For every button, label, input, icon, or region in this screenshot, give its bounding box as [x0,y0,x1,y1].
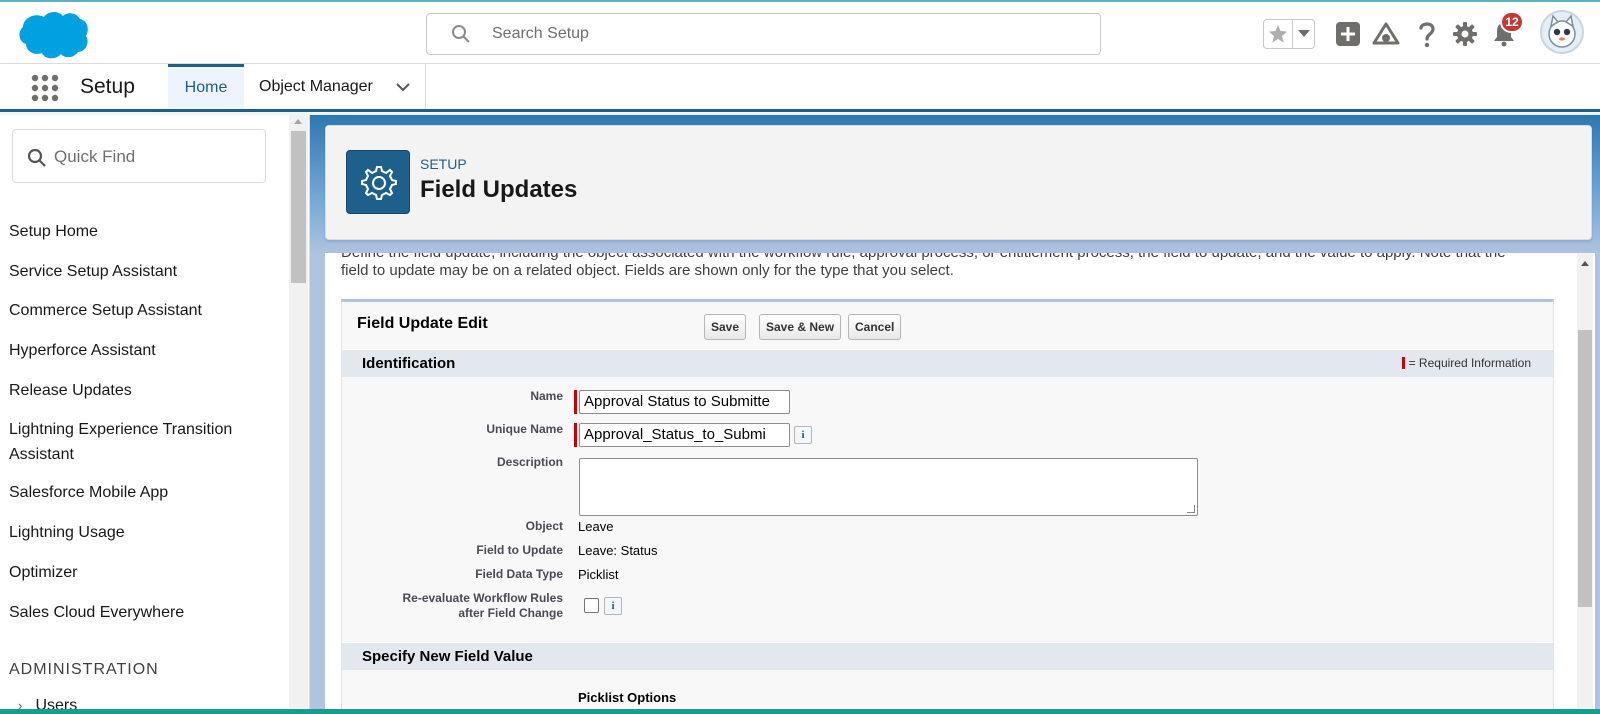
form-title: Field Update Edit [357,315,488,332]
reevaluate-info-button[interactable]: i [604,597,622,615]
star-icon [1269,25,1288,43]
app-name: Setup [80,75,135,98]
field-data-type-label: Field Data Type [475,567,563,581]
search-icon [27,148,46,167]
page-title: Field Updates [420,176,578,203]
new-field-value-title: Specify New Field Value [362,648,533,665]
sidebar-item-release-updates[interactable]: Release Updates [0,378,285,418]
required-marker [574,390,577,414]
field-update-edit-form: Field Update Edit Save Save & New Cancel… [341,299,1554,714]
sidebar-item-hyperforce-assistant[interactable]: Hyperforce Assistant [0,338,285,378]
sidebar-item-sales-cloud-everywhere[interactable]: Sales Cloud Everywhere [0,600,285,640]
page-eyebrow: SETUP [420,156,467,172]
info-icon: i [611,600,615,612]
required-marker [1401,357,1405,369]
sidebar-item-commerce-setup-assistant[interactable]: Commerce Setup Assistant [0,298,285,338]
global-header: Search Setup 12 [0,0,1600,64]
sidebar-item-salesforce-mobile-app[interactable]: Salesforce Mobile App [0,480,285,520]
name-field[interactable]: Approval Status to Submitte [579,390,790,414]
page-header: SETUP Field Updates [325,125,1592,240]
field-to-update-value: Leave: Status [578,543,658,558]
info-icon: i [801,429,805,441]
chevron-down-icon[interactable] [394,80,412,94]
sidebar-item-service-setup-assistant[interactable]: Service Setup Assistant [0,259,285,299]
save-button[interactable]: Save [704,314,747,340]
trailhead-icon [1372,22,1400,45]
search-icon [452,25,470,43]
reevaluate-workflow-checkbox[interactable] [584,598,599,613]
description-textarea[interactable] [579,458,1198,516]
page-content: Define the field update, including the o… [325,253,1595,714]
field-to-update-label: Field to Update [476,543,563,557]
avatar[interactable] [1540,10,1584,54]
help-icon [1419,22,1435,48]
help-button[interactable] [1413,20,1441,48]
sidebar-list: Setup Home Service Setup Assistant Comme… [0,219,285,639]
sidebar-item-optimizer[interactable]: Optimizer [0,560,285,600]
scroll-up-arrow-icon[interactable] [1581,261,1589,266]
sidebar-item-setup-home[interactable]: Setup Home [0,219,285,259]
trailhead-button[interactable] [1372,20,1400,48]
sidebar-item-lightning-usage[interactable]: Lightning Usage [0,520,285,560]
astro-avatar-icon [1548,14,1576,48]
resize-handle[interactable] [1187,505,1195,513]
search-placeholder: Search Setup [492,25,589,42]
content-scrollbar-thumb[interactable] [1578,330,1592,607]
sidebar-scrollbar[interactable] [289,115,308,714]
favorites-star-button[interactable] [1264,20,1294,48]
required-information-legend: = Required Information [1401,356,1531,370]
bottom-edge-strip [0,709,1600,714]
setup-gear-button[interactable] [1451,20,1479,48]
tab-home[interactable]: Home [168,64,244,109]
new-field-value-section-header: Specify New Field Value [342,642,1553,670]
identification-title: Identification [362,355,456,372]
description-label: Description [496,455,563,469]
reevaluate-label-line2: after Field Change [458,606,563,620]
unique-name-label: Unique Name [486,422,563,436]
global-actions-button[interactable] [1334,20,1362,48]
salesforce-logo[interactable] [14,9,88,61]
cancel-button[interactable]: Cancel [848,314,902,340]
scroll-up-arrow-icon[interactable] [294,119,302,124]
quick-find-placeholder: Quick Find [54,147,136,166]
unique-name-info-button[interactable]: i [794,426,812,444]
add-icon [1336,22,1360,46]
setup-gear-tile [346,150,410,214]
chevron-down-icon [1297,30,1310,37]
content-scrollbar[interactable] [1555,253,1595,714]
search-setup-input[interactable]: Search Setup [426,13,1101,55]
unique-name-field[interactable]: Approval_Status_to_Submi [579,423,790,447]
object-value: Leave [578,519,614,534]
object-label: Object [525,519,563,533]
reevaluate-label-line1: Re-evaluate Workflow Rules [402,591,564,605]
required-information-text: = Required Information [1408,356,1531,370]
quick-find-input[interactable]: Quick Find [12,129,266,183]
tab-object-manager[interactable]: Object Manager [244,64,426,109]
favorites-button-group [1263,19,1315,49]
sidebar-item-lightning-transition-assistant[interactable]: Lightning Experience Transition Assistan… [0,417,250,480]
save-new-button[interactable]: Save & New [759,314,842,340]
required-marker [574,423,577,447]
notification-count-badge: 12 [1500,11,1524,33]
gear-icon [1453,22,1477,46]
field-data-type-value: Picklist [578,567,619,582]
description-text-cut: Define the field update, including the o… [341,253,1506,261]
sidebar-scrollbar-thumb[interactable] [291,131,306,283]
app-launcher-icon[interactable] [30,73,60,103]
sidebar-section-administration: ADMINISTRATION [9,661,159,678]
app-nav-bar: Setup Home Object Manager [0,64,1600,112]
tab-object-manager-label: Object Manager [259,77,373,95]
identification-section-header: Identification = Required Information [342,349,1553,377]
description-text: field to update may be on a related obje… [341,262,954,279]
picklist-options-label: Picklist Options [578,690,677,705]
name-label: Name [530,389,563,403]
setup-sidebar: Quick Find Setup Home Service Setup Assi… [0,115,310,714]
gear-icon [361,166,397,200]
favorites-list-button[interactable] [1293,20,1314,48]
